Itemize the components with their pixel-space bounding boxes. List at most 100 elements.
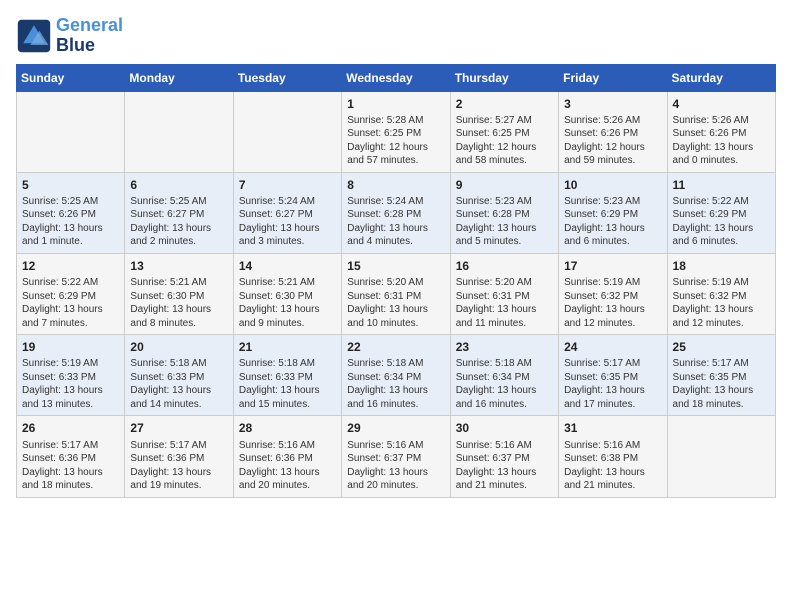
calendar-day [17, 91, 125, 172]
calendar-week: 26 Sunrise: 5:17 AM Sunset: 6:36 PM Dayli… [17, 416, 776, 497]
calendar-day: 29 Sunrise: 5:16 AM Sunset: 6:37 PM Dayli… [342, 416, 450, 497]
calendar-day: 10 Sunrise: 5:23 AM Sunset: 6:29 PM Dayli… [559, 172, 667, 253]
day-number: 9 [456, 177, 553, 193]
page-header: General Blue [16, 16, 776, 56]
calendar-day: 8 Sunrise: 5:24 AM Sunset: 6:28 PM Daylig… [342, 172, 450, 253]
day-info: Sunrise: 5:16 AM Sunset: 6:37 PM Dayligh… [347, 439, 444, 493]
day-info: Sunrise: 5:18 AM Sunset: 6:34 PM Dayligh… [456, 357, 553, 411]
day-number: 26 [22, 420, 119, 436]
logo-icon [16, 18, 52, 54]
calendar-day: 13 Sunrise: 5:21 AM Sunset: 6:30 PM Dayli… [125, 253, 233, 334]
calendar-week: 12 Sunrise: 5:22 AM Sunset: 6:29 PM Dayli… [17, 253, 776, 334]
calendar-day: 19 Sunrise: 5:19 AM Sunset: 6:33 PM Dayli… [17, 335, 125, 416]
calendar-day: 5 Sunrise: 5:25 AM Sunset: 6:26 PM Daylig… [17, 172, 125, 253]
day-info: Sunrise: 5:21 AM Sunset: 6:30 PM Dayligh… [130, 276, 227, 330]
calendar-day: 20Sunrise: 5:18 AM Sunset: 6:33 PM Dayli… [125, 335, 233, 416]
day-number: 2 [456, 96, 553, 112]
calendar-day: 11Sunrise: 5:22 AM Sunset: 6:29 PM Dayli… [667, 172, 775, 253]
calendar-day: 24 Sunrise: 5:17 AM Sunset: 6:35 PM Dayli… [559, 335, 667, 416]
day-info: Sunrise: 5:22 AM Sunset: 6:29 PM Dayligh… [22, 276, 119, 330]
day-number: 24 [564, 339, 661, 355]
calendar-day [233, 91, 341, 172]
day-number: 15 [347, 258, 444, 274]
day-info: Sunrise: 5:25 AM Sunset: 6:26 PM Dayligh… [22, 195, 119, 249]
calendar-day: 1 Sunrise: 5:28 AM Sunset: 6:25 PM Daylig… [342, 91, 450, 172]
day-info: Sunrise: 5:17 AM Sunset: 6:36 PM Dayligh… [130, 439, 227, 493]
day-info: Sunrise: 5:18 AM Sunset: 6:33 PM Dayligh… [130, 357, 227, 411]
day-number: 22 [347, 339, 444, 355]
day-info: Sunrise: 5:16 AM Sunset: 6:36 PM Dayligh… [239, 439, 336, 493]
calendar-day: 15 Sunrise: 5:20 AM Sunset: 6:31 PM Dayli… [342, 253, 450, 334]
calendar-week: 5 Sunrise: 5:25 AM Sunset: 6:26 PM Daylig… [17, 172, 776, 253]
calendar-day: 18 Sunrise: 5:19 AM Sunset: 6:32 PM Dayli… [667, 253, 775, 334]
calendar-day: 22 Sunrise: 5:18 AM Sunset: 6:34 PM Dayli… [342, 335, 450, 416]
calendar-day: 21 Sunrise: 5:18 AM Sunset: 6:33 PM Dayli… [233, 335, 341, 416]
day-info: Sunrise: 5:16 AM Sunset: 6:38 PM Dayligh… [564, 439, 661, 493]
day-info: Sunrise: 5:19 AM Sunset: 6:32 PM Dayligh… [564, 276, 661, 330]
calendar-day: 25 Sunrise: 5:17 AM Sunset: 6:35 PM Dayli… [667, 335, 775, 416]
day-number: 6 [130, 177, 227, 193]
day-number: 17 [564, 258, 661, 274]
day-number: 31 [564, 420, 661, 436]
day-info: Sunrise: 5:24 AM Sunset: 6:28 PM Dayligh… [347, 195, 444, 249]
day-info: Sunrise: 5:18 AM Sunset: 6:33 PM Dayligh… [239, 357, 336, 411]
day-number: 16 [456, 258, 553, 274]
day-info: Sunrise: 5:19 AM Sunset: 6:33 PM Dayligh… [22, 357, 119, 411]
day-info: Sunrise: 5:19 AM Sunset: 6:32 PM Dayligh… [673, 276, 770, 330]
day-info: Sunrise: 5:26 AM Sunset: 6:26 PM Dayligh… [673, 114, 770, 168]
day-info: Sunrise: 5:20 AM Sunset: 6:31 PM Dayligh… [456, 276, 553, 330]
day-number: 5 [22, 177, 119, 193]
day-number: 27 [130, 420, 227, 436]
calendar-table: SundayMondayTuesdayWednesdayThursdayFrid… [16, 64, 776, 498]
day-number: 7 [239, 177, 336, 193]
day-number: 28 [239, 420, 336, 436]
calendar-day: 28 Sunrise: 5:16 AM Sunset: 6:36 PM Dayli… [233, 416, 341, 497]
day-info: Sunrise: 5:23 AM Sunset: 6:28 PM Dayligh… [456, 195, 553, 249]
day-info: Sunrise: 5:22 AM Sunset: 6:29 PM Dayligh… [673, 195, 770, 249]
weekday-header: Saturday [667, 64, 775, 91]
day-info: Sunrise: 5:18 AM Sunset: 6:34 PM Dayligh… [347, 357, 444, 411]
day-info: Sunrise: 5:20 AM Sunset: 6:31 PM Dayligh… [347, 276, 444, 330]
day-number: 25 [673, 339, 770, 355]
day-number: 10 [564, 177, 661, 193]
day-info: Sunrise: 5:21 AM Sunset: 6:30 PM Dayligh… [239, 276, 336, 330]
day-info: Sunrise: 5:17 AM Sunset: 6:35 PM Dayligh… [564, 357, 661, 411]
weekday-header: Monday [125, 64, 233, 91]
calendar-week: 1 Sunrise: 5:28 AM Sunset: 6:25 PM Daylig… [17, 91, 776, 172]
calendar-day: 27 Sunrise: 5:17 AM Sunset: 6:36 PM Dayli… [125, 416, 233, 497]
calendar-header: SundayMondayTuesdayWednesdayThursdayFrid… [17, 64, 776, 91]
calendar-day: 6 Sunrise: 5:25 AM Sunset: 6:27 PM Daylig… [125, 172, 233, 253]
day-number: 8 [347, 177, 444, 193]
day-number: 18 [673, 258, 770, 274]
logo: General Blue [16, 16, 123, 56]
day-number: 19 [22, 339, 119, 355]
day-number: 3 [564, 96, 661, 112]
calendar-day: 14Sunrise: 5:21 AM Sunset: 6:30 PM Dayli… [233, 253, 341, 334]
day-info: Sunrise: 5:23 AM Sunset: 6:29 PM Dayligh… [564, 195, 661, 249]
day-info: Sunrise: 5:25 AM Sunset: 6:27 PM Dayligh… [130, 195, 227, 249]
calendar-day: 9 Sunrise: 5:23 AM Sunset: 6:28 PM Daylig… [450, 172, 558, 253]
calendar-day: 3 Sunrise: 5:26 AM Sunset: 6:26 PM Daylig… [559, 91, 667, 172]
day-number: 1 [347, 96, 444, 112]
calendar-day: 17 Sunrise: 5:19 AM Sunset: 6:32 PM Dayli… [559, 253, 667, 334]
weekday-header: Sunday [17, 64, 125, 91]
day-info: Sunrise: 5:26 AM Sunset: 6:26 PM Dayligh… [564, 114, 661, 168]
weekday-header: Wednesday [342, 64, 450, 91]
calendar-day [667, 416, 775, 497]
day-info: Sunrise: 5:17 AM Sunset: 6:36 PM Dayligh… [22, 439, 119, 493]
day-number: 29 [347, 420, 444, 436]
weekday-header: Thursday [450, 64, 558, 91]
day-number: 21 [239, 339, 336, 355]
day-info: Sunrise: 5:28 AM Sunset: 6:25 PM Dayligh… [347, 114, 444, 168]
calendar-day: 4Sunrise: 5:26 AM Sunset: 6:26 PM Daylig… [667, 91, 775, 172]
calendar-day: 26 Sunrise: 5:17 AM Sunset: 6:36 PM Dayli… [17, 416, 125, 497]
day-info: Sunrise: 5:27 AM Sunset: 6:25 PM Dayligh… [456, 114, 553, 168]
logo-text: General Blue [56, 16, 123, 56]
day-info: Sunrise: 5:17 AM Sunset: 6:35 PM Dayligh… [673, 357, 770, 411]
day-info: Sunrise: 5:16 AM Sunset: 6:37 PM Dayligh… [456, 439, 553, 493]
day-number: 13 [130, 258, 227, 274]
calendar-day: 31 Sunrise: 5:16 AM Sunset: 6:38 PM Dayli… [559, 416, 667, 497]
calendar-day: 30Sunrise: 5:16 AM Sunset: 6:37 PM Dayli… [450, 416, 558, 497]
day-number: 12 [22, 258, 119, 274]
calendar-day: 23Sunrise: 5:18 AM Sunset: 6:34 PM Dayli… [450, 335, 558, 416]
